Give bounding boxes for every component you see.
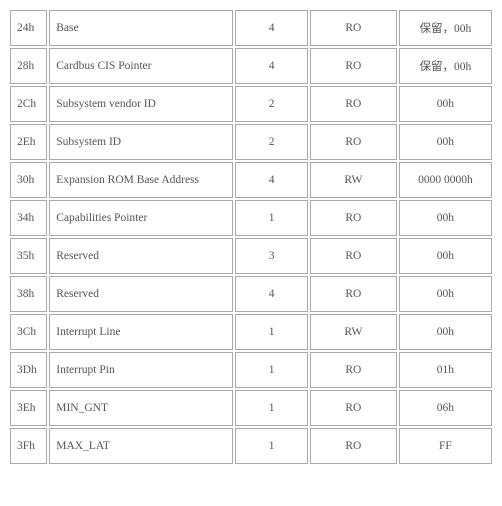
cell-access: RW — [310, 162, 397, 198]
cell-size: 2 — [235, 86, 307, 122]
cell-name: Cardbus CIS Pointer — [49, 48, 233, 84]
cell-size: 2 — [235, 124, 307, 160]
cell-access: RO — [310, 48, 397, 84]
cell-size: 1 — [235, 428, 307, 464]
cell-default: 06h — [399, 390, 492, 426]
cell-access: RO — [310, 352, 397, 388]
cell-offset: 38h — [10, 276, 47, 312]
cell-offset: 35h — [10, 238, 47, 274]
cell-default: 保留，00h — [399, 10, 492, 46]
cell-offset: 2Ch — [10, 86, 47, 122]
table-row: 28hCardbus CIS Pointer4RO保留，00h — [10, 48, 492, 84]
cell-size: 4 — [235, 48, 307, 84]
cell-name: Subsystem ID — [49, 124, 233, 160]
table-row: 3DhInterrupt Pin1RO01h — [10, 352, 492, 388]
table-row: 38hReserved4RO00h — [10, 276, 492, 312]
cell-default: 01h — [399, 352, 492, 388]
cell-access: RO — [310, 238, 397, 274]
cell-default: 00h — [399, 238, 492, 274]
cell-name: Interrupt Pin — [49, 352, 233, 388]
cell-offset: 2Eh — [10, 124, 47, 160]
cell-access: RO — [310, 390, 397, 426]
cell-default: 0000 0000h — [399, 162, 492, 198]
cell-offset: 30h — [10, 162, 47, 198]
cell-offset: 28h — [10, 48, 47, 84]
cell-size: 1 — [235, 390, 307, 426]
register-table: 24hBase4RO保留，00h28hCardbus CIS Pointer4R… — [8, 8, 494, 466]
cell-offset: 24h — [10, 10, 47, 46]
table-row: 3FhMAX_LAT1ROFF — [10, 428, 492, 464]
cell-name: MIN_GNT — [49, 390, 233, 426]
table-row: 30hExpansion ROM Base Address4RW0000 000… — [10, 162, 492, 198]
cell-name: Base — [49, 10, 233, 46]
cell-size: 3 — [235, 238, 307, 274]
cell-size: 4 — [235, 10, 307, 46]
cell-offset: 34h — [10, 200, 47, 236]
cell-size: 1 — [235, 352, 307, 388]
cell-name: Expansion ROM Base Address — [49, 162, 233, 198]
cell-size: 4 — [235, 162, 307, 198]
cell-access: RO — [310, 276, 397, 312]
cell-access: RO — [310, 200, 397, 236]
cell-size: 4 — [235, 276, 307, 312]
cell-name: Interrupt Line — [49, 314, 233, 350]
cell-default: 00h — [399, 314, 492, 350]
table-row: 2EhSubsystem ID2RO00h — [10, 124, 492, 160]
cell-access: RO — [310, 124, 397, 160]
cell-default: 00h — [399, 86, 492, 122]
cell-offset: 3Dh — [10, 352, 47, 388]
cell-access: RO — [310, 86, 397, 122]
table-row: 35hReserved3RO00h — [10, 238, 492, 274]
cell-offset: 3Ch — [10, 314, 47, 350]
cell-default: 00h — [399, 276, 492, 312]
cell-default: 00h — [399, 124, 492, 160]
cell-default: 保留，00h — [399, 48, 492, 84]
table-row: 2ChSubsystem vendor ID2RO00h — [10, 86, 492, 122]
cell-access: RW — [310, 314, 397, 350]
cell-access: RO — [310, 428, 397, 464]
table-row: 24hBase4RO保留，00h — [10, 10, 492, 46]
cell-name: Subsystem vendor ID — [49, 86, 233, 122]
cell-default: 00h — [399, 200, 492, 236]
cell-size: 1 — [235, 314, 307, 350]
cell-offset: 3Eh — [10, 390, 47, 426]
table-row: 3EhMIN_GNT1RO06h — [10, 390, 492, 426]
cell-name: Reserved — [49, 276, 233, 312]
cell-default: FF — [399, 428, 492, 464]
cell-size: 1 — [235, 200, 307, 236]
table-row: 3ChInterrupt Line1RW00h — [10, 314, 492, 350]
cell-access: RO — [310, 10, 397, 46]
cell-name: Reserved — [49, 238, 233, 274]
cell-name: Capabilities Pointer — [49, 200, 233, 236]
cell-offset: 3Fh — [10, 428, 47, 464]
cell-name: MAX_LAT — [49, 428, 233, 464]
table-row: 34hCapabilities Pointer1RO00h — [10, 200, 492, 236]
